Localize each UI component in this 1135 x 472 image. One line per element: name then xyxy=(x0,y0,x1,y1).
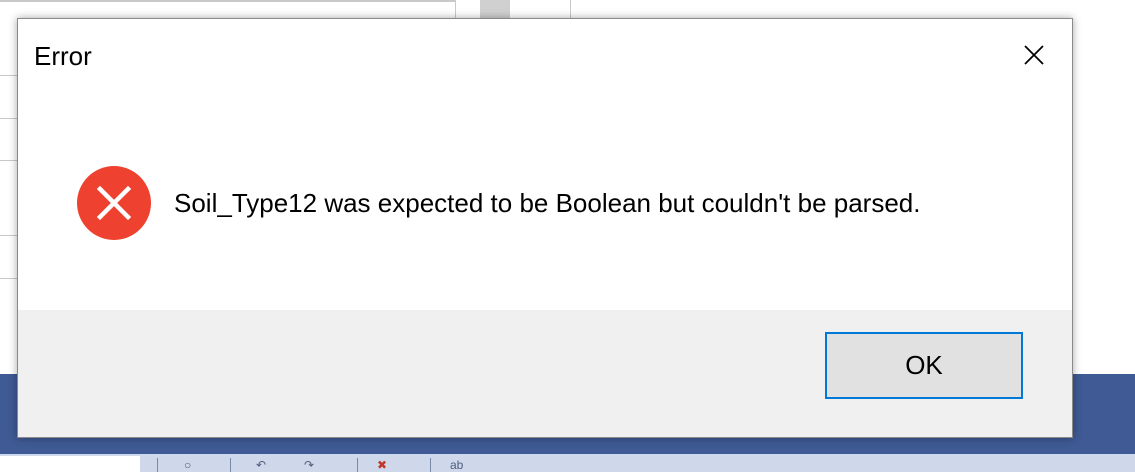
bg-grid-vline xyxy=(455,0,456,18)
message-row: Soil_Type12 was expected to be Boolean b… xyxy=(76,165,920,241)
bg-row-line xyxy=(0,118,17,119)
bg-lock-icon[interactable]: ○ xyxy=(184,458,191,472)
screen: ○ ↶ ↷ ✖ ab Error Soil_Type12 was expecte… xyxy=(0,0,1135,472)
bg-undo-icon[interactable]: ↶ xyxy=(256,458,266,472)
bg-delete-column-icon[interactable]: ✖ xyxy=(377,458,387,472)
bg-redo-icon[interactable]: ↷ xyxy=(304,458,314,472)
bg-toolbar-separator xyxy=(430,458,431,472)
close-icon xyxy=(1024,45,1044,65)
bg-grid-top xyxy=(0,0,456,2)
bg-row-line xyxy=(0,75,17,76)
dialog-footer: OK xyxy=(18,310,1072,437)
bg-row-line xyxy=(0,235,17,236)
bg-toolbar-field[interactable] xyxy=(0,456,140,472)
bg-toolbar xyxy=(0,454,1135,472)
bg-toolbar-separator xyxy=(157,458,158,472)
dialog-title: Error xyxy=(34,41,92,71)
bg-toolbar-text[interactable]: ab xyxy=(450,458,463,472)
bg-scrollbar xyxy=(480,0,510,20)
ok-button[interactable]: OK xyxy=(825,332,1023,399)
bg-row-line xyxy=(0,160,17,161)
close-button[interactable] xyxy=(1016,37,1052,73)
bg-grid-vline-2 xyxy=(570,0,571,18)
error-message: Soil_Type12 was expected to be Boolean b… xyxy=(174,187,921,218)
bg-toolbar-separator xyxy=(357,458,358,472)
bg-row-line xyxy=(0,278,17,279)
bg-toolbar-separator xyxy=(230,458,231,472)
error-dialog: Error Soil_Type12 was expected to be Boo… xyxy=(17,18,1073,438)
error-icon xyxy=(77,166,151,240)
